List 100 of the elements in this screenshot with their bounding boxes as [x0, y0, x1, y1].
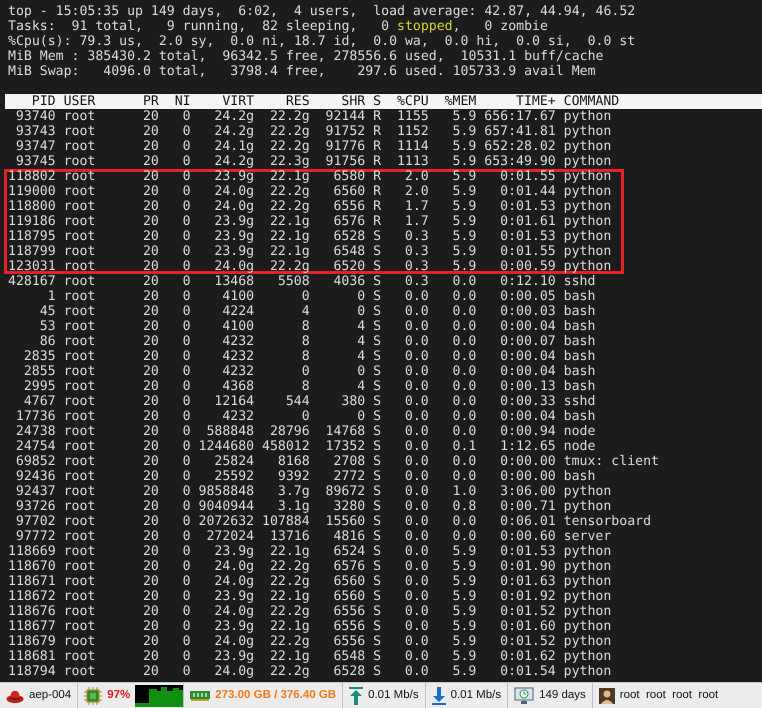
table-cell-text: S	[372, 574, 382, 589]
table-cell-text: root	[62, 529, 96, 544]
table-cell-text: 9040944	[198, 499, 254, 514]
table-cell-text: S	[372, 274, 382, 289]
table-cell: 20	[142, 199, 159, 214]
table-cell: 20	[142, 289, 159, 304]
table-cell-text: root	[62, 634, 96, 649]
table-cell-text: 23.9g	[213, 589, 254, 604]
table-cell-text: 0:01.60	[499, 619, 556, 634]
column-header[interactable]: PID	[8, 94, 56, 109]
table-cell-text: 97702	[14, 514, 56, 529]
table-cell-text: 23.9g	[213, 544, 254, 559]
table-cell-text: R	[372, 124, 382, 139]
table-cell-text: 0.3	[404, 244, 429, 259]
table-cell-text: S	[372, 604, 382, 619]
table-cell-text: 6528	[332, 664, 366, 679]
table-cell-text: 5.9	[452, 634, 476, 649]
table-cell-text: S	[372, 589, 382, 604]
column-header[interactable]: PR	[142, 94, 159, 109]
table-cell-text: S	[372, 514, 382, 529]
column-header[interactable]: TIME+	[476, 94, 556, 109]
table-cell-text: root	[62, 334, 96, 349]
column-header[interactable]: %MEM	[428, 94, 476, 109]
table-cell-text: root	[62, 214, 96, 229]
status-text: aep-004	[29, 688, 72, 703]
table-cell-text: 4224	[221, 304, 254, 319]
table-cell: 20	[142, 229, 159, 244]
table-cell-text: 0:01.53	[499, 199, 556, 214]
column-header[interactable]: RES	[254, 94, 310, 109]
table-cell-text: root	[62, 559, 96, 574]
column-header[interactable]: NI	[158, 94, 191, 109]
table-cell-text: 22.2g	[268, 634, 310, 649]
table-cell-text: bash	[562, 364, 596, 379]
column-header[interactable]: SHR	[310, 94, 366, 109]
table-cell-text: 4100	[221, 289, 254, 304]
table-cell-text: python	[562, 184, 612, 199]
table-cell-text: 0.0	[404, 289, 429, 304]
table-cell: 20	[142, 604, 159, 619]
column-header[interactable]: COMMAND	[556, 94, 762, 109]
table-cell-text: 0.3	[404, 229, 429, 244]
table-cell-text: 5.9	[452, 589, 476, 604]
table-cell: 20	[142, 499, 159, 514]
table-cell-text: 6576	[332, 214, 366, 229]
table-cell-text: python	[562, 214, 612, 229]
table-cell: 118795	[8, 229, 56, 244]
table-cell-text: S	[372, 349, 382, 364]
table-cell-text: 0:01.53	[499, 229, 556, 244]
table-cell-text: 0:00.05	[499, 289, 556, 304]
table-cell-text: R	[372, 109, 382, 124]
table-cell-text: 0:00.13	[499, 379, 556, 394]
table-cell-text: 4767	[22, 394, 56, 409]
table-cell-text: 0	[182, 484, 191, 499]
table-cell: 20	[142, 214, 159, 229]
table-cell-text: 93726	[14, 499, 56, 514]
table-cell-text: root	[62, 154, 96, 169]
table-cell-text: 0	[182, 169, 191, 184]
table-cell-text: 3.1g	[276, 499, 310, 514]
column-header[interactable]: S	[365, 94, 382, 109]
table-cell-text: 45	[38, 304, 56, 319]
table-cell-text: 12164	[213, 394, 254, 409]
table-cell: 20	[142, 304, 159, 319]
table-cell-text: python	[562, 499, 612, 514]
table-cell-text: bash	[562, 409, 596, 424]
column-header[interactable]: %CPU	[381, 94, 429, 109]
table-cell: 20	[142, 259, 159, 274]
table-cell-text: 1	[46, 289, 56, 304]
table-cell-text: 24.2g	[213, 154, 254, 169]
table-cell-text: 0.0	[404, 484, 429, 499]
column-header[interactable]: USER	[56, 94, 143, 109]
table-cell-text: python	[562, 244, 612, 259]
table-cell-text: 0.0	[452, 304, 476, 319]
table-cell: 20	[142, 469, 159, 484]
table-cell-text: 0	[300, 364, 310, 379]
table-cell-text: 92437	[14, 484, 56, 499]
table-cell-text: 0.0	[404, 454, 429, 469]
table-cell-text: 5.9	[452, 109, 476, 124]
table-cell-text: 3280	[332, 499, 366, 514]
table-cell-text: 0.0	[452, 379, 476, 394]
table-cell-text: 0	[182, 514, 191, 529]
table-cell-text: root	[62, 544, 96, 559]
table-cell-text: 544	[284, 394, 310, 409]
table-cell-text: 1:12.65	[499, 439, 556, 454]
table-cell-text: 23.9g	[213, 169, 254, 184]
column-header[interactable]: VIRT	[190, 94, 254, 109]
table-cell-text: 0.0	[404, 514, 429, 529]
table-cell-text: 22.1g	[268, 169, 310, 184]
table-cell-text: 0	[182, 334, 191, 349]
table-cell-text: 1155	[396, 109, 429, 124]
table-cell-text: 0	[182, 214, 191, 229]
table-cell-text: 25592	[213, 469, 254, 484]
table-cell: 20	[142, 334, 159, 349]
table-cell-text: python	[562, 664, 612, 679]
table-cell-text: 588848	[205, 424, 254, 439]
table-cell-text: S	[372, 559, 382, 574]
table-cell-text: 657:41.81	[483, 124, 556, 139]
table-cell-text: S	[372, 484, 382, 499]
table-cell: 118679	[8, 634, 56, 649]
table-cell: 20	[142, 664, 159, 679]
table-cell-text: S	[372, 634, 382, 649]
table-cell: 20	[142, 529, 159, 544]
